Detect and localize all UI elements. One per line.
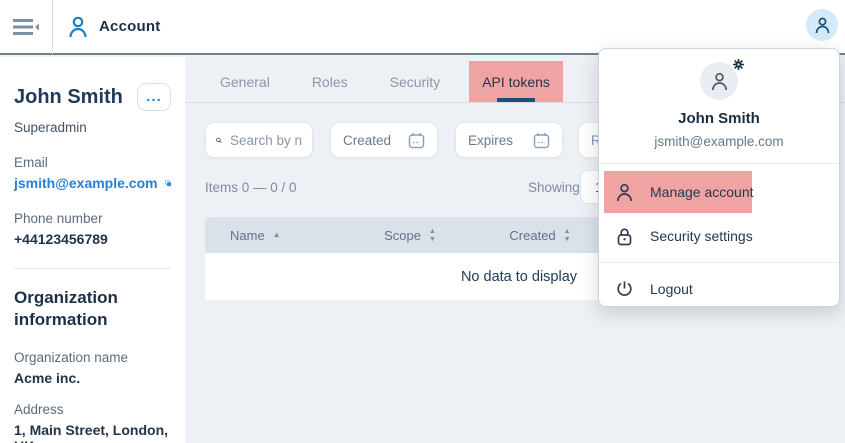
column-header-scope[interactable]: Scope ▲▼ [365, 228, 455, 243]
page-title-group: Account [53, 15, 160, 39]
items-count: Items 0 — 0 / 0 [205, 180, 297, 195]
user-avatar-button[interactable] [806, 9, 838, 41]
tab-label: Security [390, 74, 441, 90]
menu-avatar [700, 62, 738, 100]
search-field[interactable] [205, 122, 313, 158]
email-value: jsmith@example.com [14, 175, 158, 191]
avatar-person-icon [815, 17, 830, 34]
email-label: Email [14, 155, 171, 170]
menu-item-label: Logout [650, 281, 693, 297]
sidebar-divider [14, 268, 171, 269]
search-icon [216, 133, 222, 148]
copy-email-icon[interactable] [165, 176, 171, 191]
sidebar-user-name: John Smith [14, 86, 123, 109]
app-root: { "topbar": { "title": "Account" }, "sid… [0, 0, 845, 443]
calendar-icon [408, 132, 425, 149]
empty-state-message: No data to display [461, 269, 577, 285]
person-icon [616, 183, 633, 202]
menu-divider [599, 262, 839, 263]
menu-user-header: John Smith jsmith@example.com [599, 49, 839, 164]
avatar-gear-icon [732, 58, 745, 71]
tab-general[interactable]: General [207, 61, 283, 102]
org-name-value: Acme inc. [14, 370, 171, 386]
tab-api-tokens[interactable]: API tokens [469, 61, 563, 102]
tab-label: Roles [312, 74, 348, 90]
expires-filter-label: Expires [468, 133, 513, 148]
tab-roles[interactable]: Roles [299, 61, 361, 102]
tab-security[interactable]: Security [377, 61, 454, 102]
lock-icon [616, 227, 633, 246]
address-label: Address [14, 402, 171, 417]
expires-date-filter[interactable]: Expires [455, 122, 563, 158]
column-header-name[interactable]: Name ▲ [205, 228, 365, 243]
menu-item-label: Security settings [650, 228, 753, 244]
sidebar: John Smith ... Superadmin Email jsmith@e… [0, 57, 185, 443]
org-name-label: Organization name [14, 350, 171, 365]
avatar-person-icon [711, 72, 728, 91]
menu-item-security-settings[interactable]: Security settings [599, 214, 839, 258]
page-title: Account [99, 18, 160, 35]
sidebar-collapse-button[interactable] [0, 0, 52, 54]
menu-collapse-icon [13, 18, 39, 36]
search-input[interactable] [230, 133, 302, 148]
column-label: Name [230, 228, 265, 243]
sort-icon: ▲▼ [429, 228, 436, 243]
tab-label: API tokens [482, 74, 550, 90]
menu-item-logout[interactable]: Logout [599, 267, 839, 311]
org-info-heading: Organization information [14, 287, 164, 330]
tab-label: General [220, 74, 270, 90]
menu-item-manage-account[interactable]: Manage account [599, 170, 839, 214]
phone-label: Phone number [14, 211, 171, 226]
menu-items: Manage account Security settings Logout [599, 164, 839, 317]
more-options-button[interactable]: ... [137, 83, 171, 111]
address-value: 1, Main Street, London, UK [14, 422, 171, 443]
created-filter-label: Created [343, 133, 391, 148]
menu-user-name: John Smith [599, 110, 839, 127]
power-icon [616, 280, 633, 298]
showing-label: Showing [528, 180, 580, 195]
calendar-icon [533, 132, 550, 149]
topbar: Account [0, 0, 845, 55]
column-label: Created [509, 228, 555, 243]
menu-user-email: jsmith@example.com [599, 134, 839, 149]
menu-item-label: Manage account [650, 184, 754, 200]
phone-value: +44123456789 [14, 231, 171, 247]
account-person-icon [67, 15, 89, 39]
sort-icon: ▲▼ [564, 228, 571, 243]
sort-asc-icon: ▲ [273, 231, 281, 239]
active-tab-indicator [497, 98, 535, 102]
user-role: Superadmin [14, 120, 171, 135]
column-label: Scope [384, 228, 421, 243]
created-date-filter[interactable]: Created [330, 122, 438, 158]
user-dropdown-menu: John Smith jsmith@example.com Manage acc… [598, 48, 840, 307]
